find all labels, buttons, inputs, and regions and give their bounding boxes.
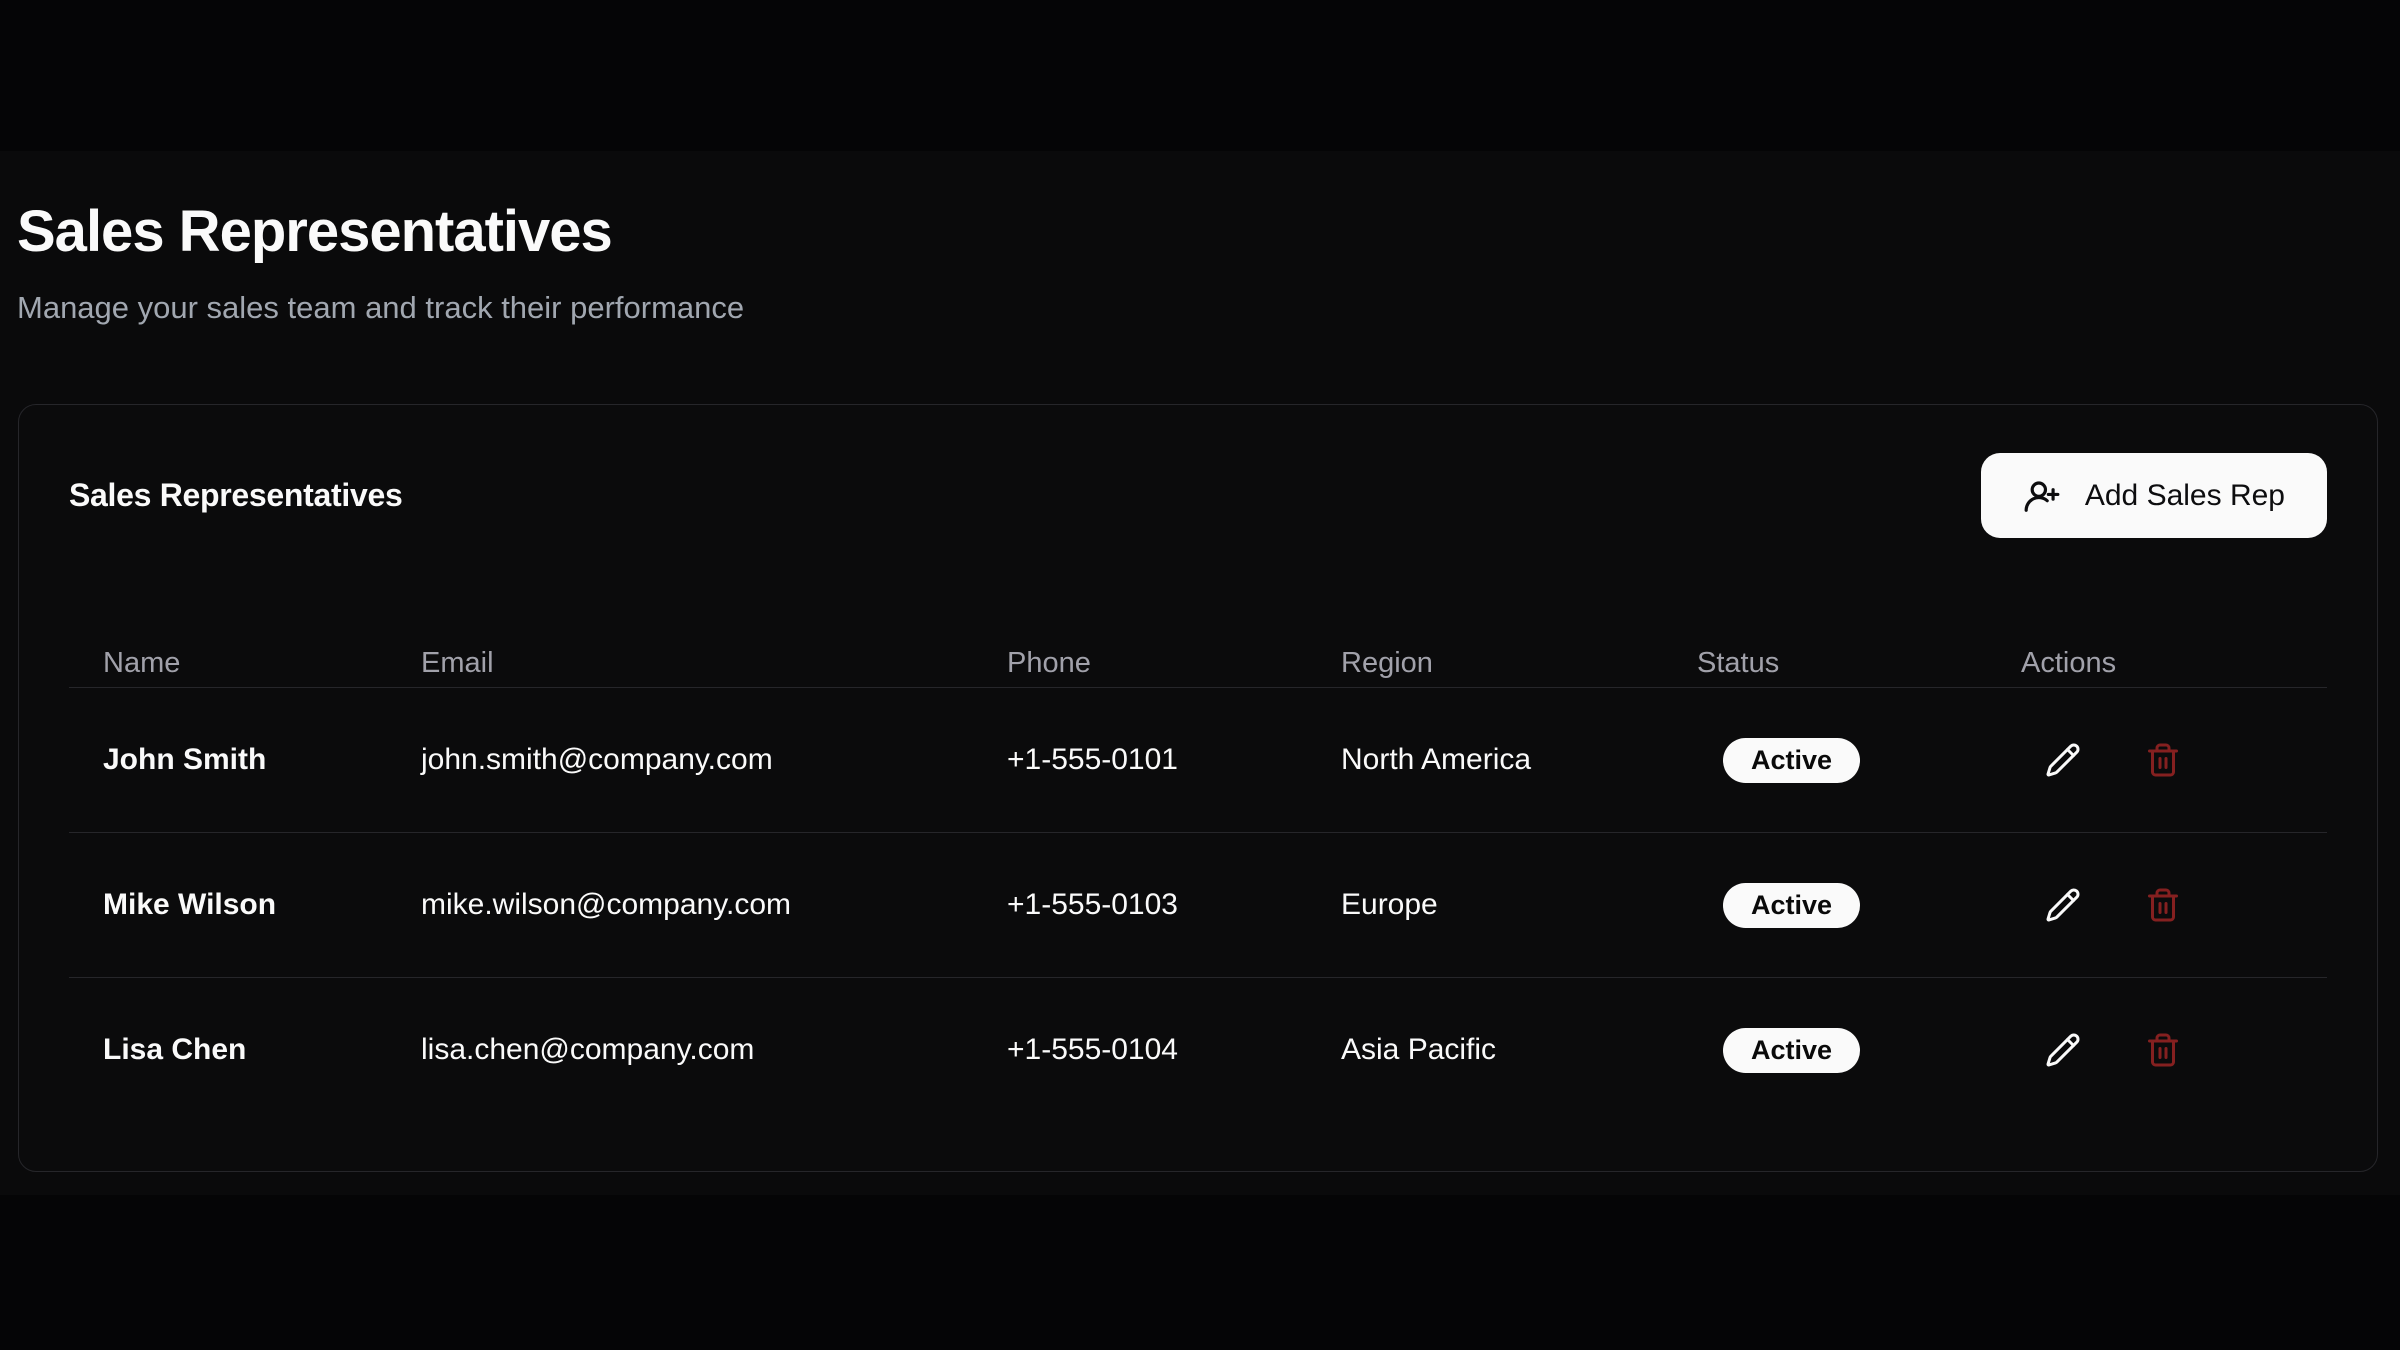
sales-reps-card: Sales Representatives Add Sales Rep Name… — [18, 404, 2378, 1172]
status-cell: Active — [1663, 978, 1987, 1122]
trash-icon — [2145, 742, 2181, 778]
status-badge: Active — [1723, 883, 1860, 928]
phone-cell: +1-555-0104 — [973, 978, 1307, 1122]
actions-cell — [1987, 688, 2327, 832]
region-cell: Asia Pacific — [1307, 978, 1663, 1122]
name-cell: John Smith — [69, 688, 387, 832]
region-cell: Europe — [1307, 833, 1663, 977]
phone-cell: +1-555-0101 — [973, 688, 1307, 832]
page-subtitle: Manage your sales team and track their p… — [17, 290, 744, 326]
actions-cell — [1987, 833, 2327, 977]
add-button-label: Add Sales Rep — [2085, 479, 2285, 513]
card-header: Sales Representatives Add Sales Rep — [69, 453, 2327, 538]
trash-icon — [2145, 1032, 2181, 1068]
trash-icon — [2145, 887, 2181, 923]
email-cell: lisa.chen@company.com — [387, 978, 973, 1122]
edit-button[interactable] — [2045, 887, 2081, 923]
user-plus-icon — [2023, 477, 2061, 515]
column-header-phone: Phone — [973, 640, 1307, 687]
name-cell: Mike Wilson — [69, 833, 387, 977]
status-cell: Active — [1663, 833, 1987, 977]
pencil-icon — [2045, 742, 2081, 778]
column-header-region: Region — [1307, 640, 1663, 687]
status-cell: Active — [1663, 688, 1987, 832]
delete-button[interactable] — [2145, 742, 2181, 778]
name-cell: Lisa Chen — [69, 978, 387, 1122]
page-title: Sales Representatives — [17, 200, 612, 264]
column-header-actions: Actions — [1987, 640, 2327, 687]
table-row: Lisa Chen lisa.chen@company.com +1-555-0… — [69, 978, 2327, 1122]
column-header-email: Email — [387, 640, 973, 687]
pencil-icon — [2045, 887, 2081, 923]
edit-button[interactable] — [2045, 742, 2081, 778]
region-cell: North America — [1307, 688, 1663, 832]
actions-cell — [1987, 978, 2327, 1122]
table-header-row: NameEmailPhoneRegionStatusActions — [69, 640, 2327, 688]
column-header-status: Status — [1663, 640, 1987, 687]
table-row: John Smith john.smith@company.com +1-555… — [69, 688, 2327, 833]
column-header-name: Name — [69, 640, 387, 687]
pencil-icon — [2045, 1032, 2081, 1068]
add-sales-rep-button[interactable]: Add Sales Rep — [1981, 453, 2327, 538]
status-badge: Active — [1723, 1028, 1860, 1073]
email-cell: john.smith@company.com — [387, 688, 973, 832]
delete-button[interactable] — [2145, 887, 2181, 923]
table-row: Mike Wilson mike.wilson@company.com +1-5… — [69, 833, 2327, 978]
status-badge: Active — [1723, 738, 1860, 783]
delete-button[interactable] — [2145, 1032, 2181, 1068]
edit-button[interactable] — [2045, 1032, 2081, 1068]
table-body: John Smith john.smith@company.com +1-555… — [69, 688, 2327, 1122]
phone-cell: +1-555-0103 — [973, 833, 1307, 977]
card-title: Sales Representatives — [69, 477, 402, 514]
email-cell: mike.wilson@company.com — [387, 833, 973, 977]
sales-reps-table: NameEmailPhoneRegionStatusActions John S… — [69, 640, 2327, 1122]
